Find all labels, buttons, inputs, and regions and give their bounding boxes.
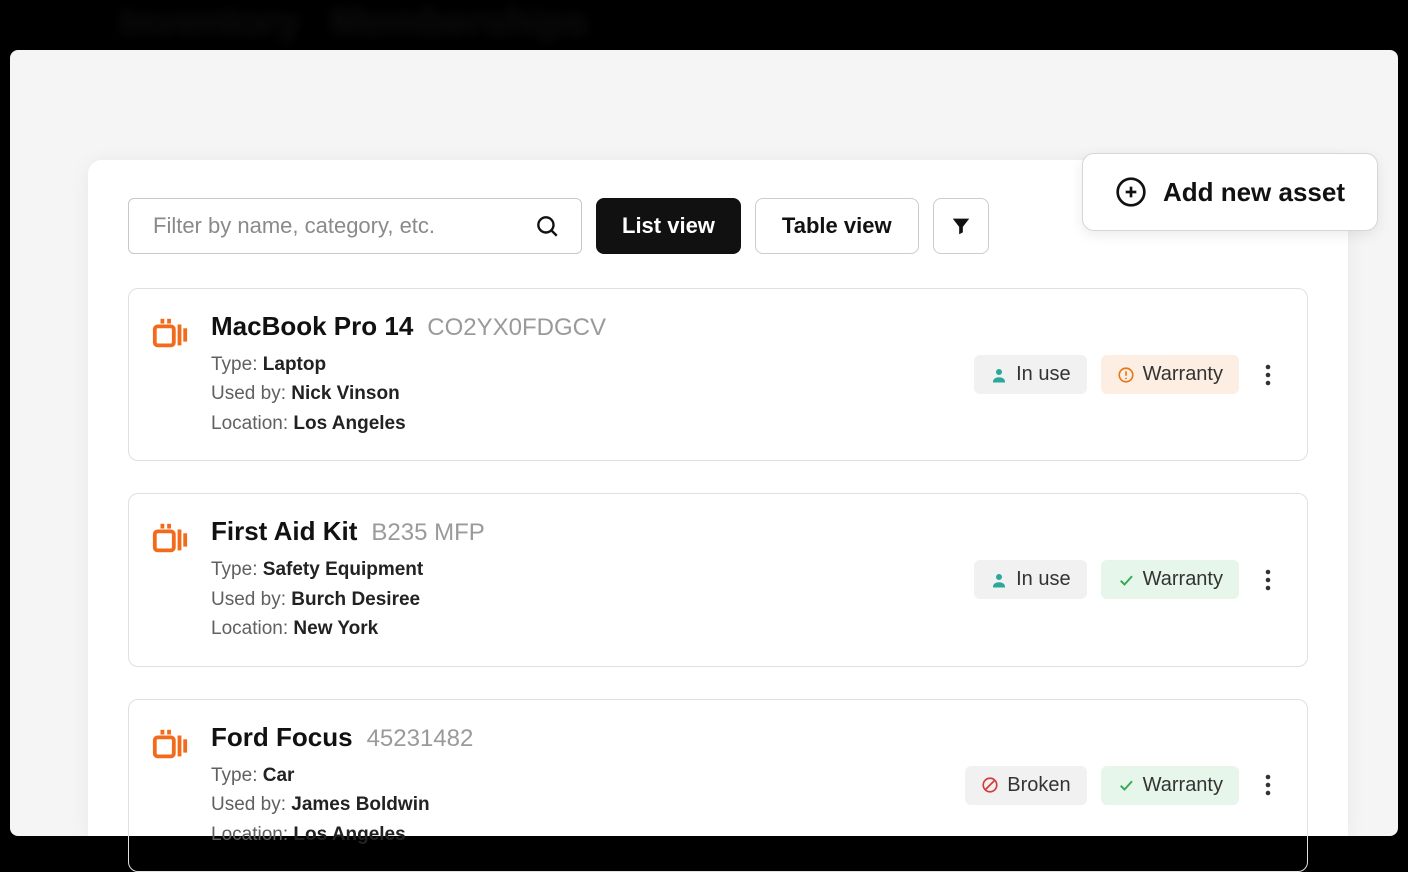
meta-type-label: Type: (211, 354, 257, 375)
blur-tabs: Inventory Memberships (120, 0, 588, 45)
warranty-icon (1117, 776, 1135, 794)
meta-location-label: Location: (211, 824, 288, 845)
meta-usedby-label: Used by: (211, 794, 286, 815)
asset-title-row: First Aid Kit B235 MFP (211, 516, 1279, 547)
meta-type-value: Laptop (263, 354, 326, 375)
status-badge: In use (974, 355, 1086, 394)
asset-icon (151, 726, 189, 764)
blur-tab-memberships: Memberships (330, 0, 588, 45)
list-view-button[interactable]: List view (596, 198, 741, 254)
asset-card[interactable]: First Aid Kit B235 MFP Type: Safety Equi… (128, 493, 1308, 666)
search-icon (534, 213, 560, 239)
outer-frame: Add new asset List view Table view (10, 50, 1398, 836)
more-vertical-icon (1265, 773, 1271, 797)
status-icon (981, 776, 999, 794)
asset-right: Broken Warranty (965, 765, 1283, 805)
add-asset-label: Add new asset (1163, 177, 1345, 208)
warranty-icon (1117, 571, 1135, 589)
status-badge: In use (974, 560, 1086, 599)
meta-type-label: Type: (211, 765, 257, 786)
status-label: Broken (1007, 774, 1070, 797)
add-asset-button[interactable]: Add new asset (1082, 153, 1378, 231)
warranty-icon (1117, 366, 1135, 384)
meta-location-value: New York (293, 618, 378, 639)
meta-location-label: Location: (211, 618, 288, 639)
more-vertical-icon (1265, 568, 1271, 592)
meta-type-label: Type: (211, 559, 257, 580)
meta-location-label: Location: (211, 413, 288, 434)
filter-wrapper (128, 198, 582, 254)
meta-usedby-value: Nick Vinson (291, 383, 399, 404)
asset-title-row: MacBook Pro 14 CO2YX0FDGCV (211, 311, 1279, 342)
table-view-label: Table view (782, 213, 892, 239)
warranty-badge: Warranty (1101, 560, 1239, 599)
more-button[interactable] (1253, 765, 1283, 805)
meta-usedby-label: Used by: (211, 383, 286, 404)
status-label: In use (1016, 363, 1070, 386)
meta-usedby-value: Burch Desiree (291, 589, 420, 610)
asset-name: MacBook Pro 14 (211, 311, 413, 342)
asset-name: Ford Focus (211, 722, 353, 753)
warranty-label: Warranty (1143, 363, 1223, 386)
warranty-badge: Warranty (1101, 355, 1239, 394)
meta-location-value: Los Angeles (293, 413, 405, 434)
list-view-label: List view (622, 213, 715, 239)
meta-usedby-label: Used by: (211, 589, 286, 610)
more-vertical-icon (1265, 363, 1271, 387)
status-badge: Broken (965, 766, 1086, 805)
blur-tab-inventory: Inventory (120, 0, 300, 45)
meta-location-value: Los Angeles (293, 824, 405, 845)
plus-circle-icon (1115, 176, 1147, 208)
asset-list: MacBook Pro 14 CO2YX0FDGCV Type: Laptop … (128, 288, 1308, 872)
warranty-badge: Warranty (1101, 766, 1239, 805)
asset-title-row: Ford Focus 45231482 (211, 722, 1279, 753)
meta-usedby-value: James Boldwin (291, 794, 429, 815)
asset-right: In use Warranty (974, 355, 1283, 395)
asset-serial: 45231482 (367, 725, 474, 753)
status-icon (990, 571, 1008, 589)
filter-input[interactable] (128, 198, 582, 254)
main-card: List view Table view MacBook Pro 14 (88, 160, 1348, 836)
asset-icon (151, 315, 189, 353)
asset-card[interactable]: MacBook Pro 14 CO2YX0FDGCV Type: Laptop … (128, 288, 1308, 461)
asset-serial: B235 MFP (371, 519, 484, 547)
funnel-icon (950, 215, 972, 237)
status-label: In use (1016, 568, 1070, 591)
more-button[interactable] (1253, 560, 1283, 600)
meta-type-value: Safety Equipment (263, 559, 423, 580)
more-button[interactable] (1253, 355, 1283, 395)
warranty-label: Warranty (1143, 774, 1223, 797)
status-icon (990, 366, 1008, 384)
filter-button[interactable] (933, 198, 989, 254)
asset-name: First Aid Kit (211, 516, 357, 547)
meta-type-value: Car (263, 765, 295, 786)
warranty-label: Warranty (1143, 568, 1223, 591)
asset-icon (151, 520, 189, 558)
asset-serial: CO2YX0FDGCV (427, 314, 606, 342)
table-view-button[interactable]: Table view (755, 198, 919, 254)
asset-right: In use Warranty (974, 560, 1283, 600)
